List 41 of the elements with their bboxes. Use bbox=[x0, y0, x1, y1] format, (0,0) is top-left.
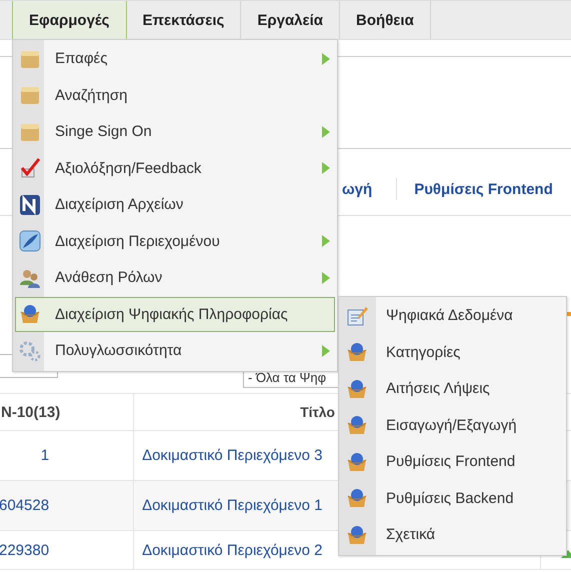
column-header: Τίτλο bbox=[300, 404, 335, 420]
column-header: N-10(13) bbox=[1, 404, 60, 420]
menu-item[interactable]: Διαχείριση Ψηφιακής Πληροφορίας bbox=[15, 296, 335, 332]
title-link[interactable]: Δοκιμαστικό Περιεχόμενο 2 bbox=[142, 542, 322, 558]
globe-box-icon bbox=[346, 378, 368, 400]
id-link[interactable]: 1 bbox=[40, 447, 50, 464]
menu-item[interactable]: Πολυγλωσσικότητα bbox=[15, 333, 335, 368]
menu-item[interactable]: Αναζήτηση bbox=[15, 78, 335, 112]
menu-item[interactable]: Εισαγωγή/Εξαγωγή bbox=[341, 408, 564, 442]
menu-item[interactable]: Singe Sign On bbox=[15, 114, 335, 149]
menu-item[interactable]: Ανάθεση Ρόλων bbox=[15, 260, 335, 295]
globe-box-icon bbox=[346, 414, 368, 436]
menu-item[interactable]: Αιτήσεις Λήψεις bbox=[341, 371, 564, 406]
title-link[interactable]: Δοκιμαστικό Περιεχόμενο 1 bbox=[142, 497, 322, 514]
gears-icon bbox=[19, 340, 41, 362]
menu-item[interactable]: Σχετικά bbox=[341, 517, 564, 552]
globe-box-icon bbox=[346, 487, 368, 509]
menu-item[interactable]: Κατηγορίες bbox=[341, 334, 564, 370]
globe-box-icon bbox=[346, 341, 368, 363]
title-link[interactable]: Δοκιμαστικό Περιεχόμενο 3 bbox=[142, 447, 322, 464]
menu-item[interactable]: Ψηφιακά Δεδομένα bbox=[341, 298, 564, 333]
menu-item[interactable]: Ρυθμίσεις Backend bbox=[341, 480, 564, 516]
menu-item[interactable]: Ρυθμίσεις Frontend bbox=[341, 444, 564, 479]
toolbar-link[interactable]: Ρυθμίσεις Frontend bbox=[414, 180, 553, 198]
checkmark-icon bbox=[19, 157, 41, 179]
globe-box-icon bbox=[346, 524, 368, 546]
up-arrow-icon[interactable] bbox=[561, 550, 571, 558]
id-link[interactable]: 229380 bbox=[0, 542, 50, 558]
menu-item[interactable]: Αξιολόξηση/Feedback bbox=[15, 150, 335, 186]
menu-item[interactable]: Διαχείριση Αρχείων bbox=[15, 187, 335, 222]
toolbar-link[interactable]: ωγή bbox=[342, 180, 372, 198]
globe-box-icon bbox=[19, 303, 41, 325]
globe-box-icon bbox=[346, 450, 368, 472]
feather-icon bbox=[19, 230, 41, 252]
id-link[interactable]: 604528 bbox=[0, 497, 50, 514]
note-pencil-icon bbox=[346, 304, 368, 326]
box-icon bbox=[19, 84, 41, 106]
menu-item[interactable]: Διαχείριση Περιεχομένου bbox=[15, 224, 335, 258]
menu-tab[interactable]: Εφαρμογές bbox=[12, 1, 126, 39]
zigzag-icon bbox=[19, 194, 41, 216]
menu-item[interactable]: Επαφές bbox=[15, 41, 335, 76]
